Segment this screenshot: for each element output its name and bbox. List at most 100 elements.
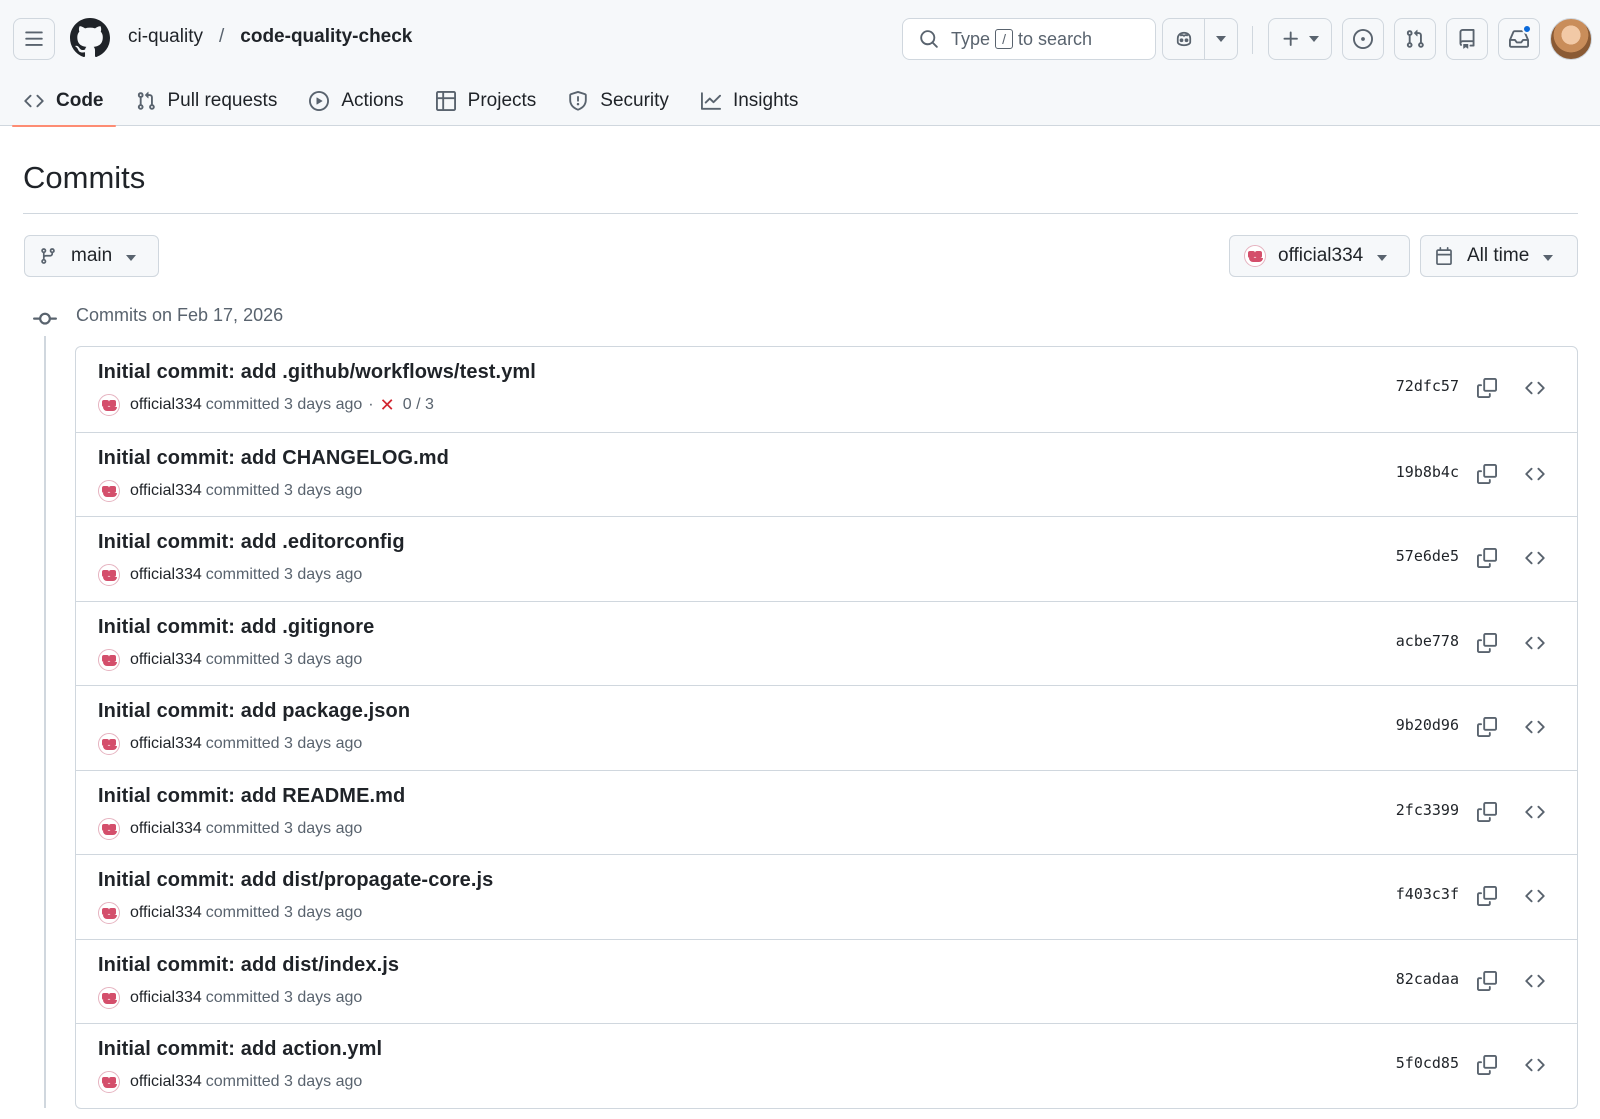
- author-avatar[interactable]: [98, 902, 120, 924]
- commit-row: Initial commit: add action.yml official3…: [76, 1023, 1577, 1108]
- commit-time: 3 days ago: [284, 650, 363, 668]
- commit-sha-link[interactable]: 57e6de5: [1396, 547, 1459, 565]
- commit-sha-link[interactable]: 5f0cd85: [1396, 1054, 1459, 1072]
- author-avatar[interactable]: [98, 986, 120, 1009]
- commit-message-link[interactable]: Initial commit: add .gitignore: [98, 616, 374, 639]
- commit-sha-link[interactable]: f403c3f: [1396, 885, 1459, 903]
- commit-message-link[interactable]: Initial commit: add action.yml: [98, 1038, 382, 1061]
- create-new-button[interactable]: [1268, 18, 1332, 60]
- menu-button[interactable]: [13, 18, 55, 60]
- code-icon: [1525, 805, 1545, 818]
- copy-sha-button[interactable]: [1473, 374, 1501, 402]
- breadcrumb-owner-link[interactable]: ci-quality: [128, 26, 203, 48]
- author-avatar[interactable]: [98, 564, 120, 586]
- commit-time: 3 days ago: [284, 904, 363, 921]
- issues-button[interactable]: [1342, 18, 1384, 60]
- commit-meta: official334 committed 3 days ago · ✕: [98, 648, 363, 671]
- tab-insights[interactable]: Insights: [689, 76, 810, 126]
- commit-author-link[interactable]: official334: [130, 1073, 202, 1091]
- commit-author-link[interactable]: official334: [130, 735, 202, 753]
- commit-sha-link[interactable]: 82cadaa: [1396, 970, 1459, 988]
- commit-author-link[interactable]: official334: [130, 904, 202, 922]
- author-avatar[interactable]: [98, 648, 120, 671]
- copy-icon: [1477, 717, 1497, 737]
- breadcrumb: ci-quality / code-quality-check: [128, 26, 412, 48]
- repo-icon: [1459, 29, 1475, 49]
- author-avatar[interactable]: [98, 394, 120, 416]
- commit-author-link[interactable]: official334: [130, 651, 202, 669]
- commit-action: committed: [205, 819, 280, 837]
- author-avatar[interactable]: [98, 733, 120, 755]
- copy-sha-button[interactable]: [1473, 460, 1501, 488]
- commit-sha-link[interactable]: 72dfc57: [1396, 377, 1459, 395]
- commit-message-link[interactable]: Initial commit: add .editorconfig: [98, 531, 405, 554]
- copy-sha-button[interactable]: [1473, 544, 1501, 572]
- commit-time: 3 days ago: [284, 566, 363, 583]
- commit-message-link[interactable]: Initial commit: add package.json: [98, 700, 410, 723]
- commit-author-link[interactable]: official334: [130, 566, 202, 584]
- git-pull-request-icon: [137, 91, 155, 110]
- copilot-menu-button[interactable]: [1204, 19, 1237, 59]
- author-avatar[interactable]: [98, 479, 120, 502]
- author-avatar[interactable]: [98, 1071, 120, 1093]
- copy-icon: [1477, 1055, 1497, 1075]
- time-filter-select[interactable]: All time: [1420, 235, 1578, 277]
- copy-sha-button[interactable]: [1473, 882, 1501, 910]
- author-avatar[interactable]: [98, 817, 120, 840]
- browse-files-button[interactable]: [1521, 713, 1549, 741]
- browse-files-button[interactable]: [1521, 374, 1549, 402]
- commit-sha-link[interactable]: 9b20d96: [1396, 716, 1459, 734]
- browse-files-button[interactable]: [1521, 1051, 1549, 1079]
- commit-message-link[interactable]: Initial commit: add dist/propagate-core.…: [98, 869, 493, 892]
- pull-requests-button[interactable]: [1394, 18, 1436, 60]
- author-filter-label: official334: [1278, 245, 1364, 266]
- commit-sha-link[interactable]: 2fc3399: [1396, 801, 1459, 819]
- commit-meta: official334 committed 3 days ago · ✕: [98, 902, 362, 924]
- github-logo-icon[interactable]: [70, 18, 110, 58]
- copy-sha-button[interactable]: [1473, 798, 1501, 826]
- commit-author-link[interactable]: official334: [130, 820, 202, 838]
- commit-sha-link[interactable]: acbe778: [1396, 632, 1459, 650]
- tab-actions[interactable]: Actions: [297, 76, 415, 126]
- commit-author-link[interactable]: official334: [130, 482, 202, 500]
- tab-security[interactable]: Security: [556, 76, 681, 126]
- commit-message-link[interactable]: Initial commit: add dist/index.js: [98, 954, 399, 977]
- tab-code[interactable]: Code: [12, 76, 116, 127]
- commit-author-link[interactable]: official334: [130, 989, 202, 1007]
- commit-row: Initial commit: add dist/index.js offici…: [76, 938, 1577, 1024]
- header-divider: [1252, 26, 1253, 54]
- inbox-button[interactable]: [1498, 18, 1540, 60]
- chevron-down-icon: [1216, 36, 1227, 42]
- code-icon: [1525, 381, 1545, 395]
- breadcrumb-repo-link[interactable]: code-quality-check: [240, 26, 412, 48]
- copy-sha-button[interactable]: [1473, 629, 1501, 657]
- commit-time: 3 days ago: [284, 819, 363, 837]
- branch-select[interactable]: main: [24, 235, 159, 277]
- browse-files-button[interactable]: [1521, 882, 1549, 910]
- code-icon: [1525, 636, 1545, 649]
- browse-files-button[interactable]: [1521, 460, 1549, 488]
- copilot-button[interactable]: [1163, 19, 1204, 59]
- user-avatar[interactable]: [1550, 18, 1592, 60]
- commit-status[interactable]: · ✕ 0 / 3: [362, 395, 434, 416]
- browse-files-button[interactable]: [1521, 544, 1549, 572]
- commit-time: 3 days ago: [284, 481, 363, 499]
- commit-message-link[interactable]: Initial commit: add README.md: [98, 785, 405, 808]
- copy-sha-button[interactable]: [1473, 967, 1501, 995]
- copy-sha-button[interactable]: [1473, 1051, 1501, 1079]
- browse-files-button[interactable]: [1521, 629, 1549, 657]
- search-input[interactable]: Type / to search: [902, 18, 1156, 60]
- commit-author-link[interactable]: official334: [130, 396, 202, 414]
- commit-message-link[interactable]: Initial commit: add .github/workflows/te…: [98, 361, 536, 384]
- commit-sha-link[interactable]: 19b8b4c: [1396, 463, 1459, 481]
- repositories-button[interactable]: [1446, 18, 1488, 60]
- tab-pull-requests[interactable]: Pull requests: [124, 76, 290, 126]
- copy-sha-button[interactable]: [1473, 713, 1501, 741]
- author-avatar: [1244, 245, 1266, 267]
- tab-projects[interactable]: Projects: [424, 76, 549, 126]
- author-filter-select[interactable]: official334: [1229, 235, 1410, 277]
- browse-files-button[interactable]: [1521, 967, 1549, 995]
- commit-message-link[interactable]: Initial commit: add CHANGELOG.md: [98, 447, 449, 470]
- browse-files-button[interactable]: [1521, 798, 1549, 826]
- commit-row: Initial commit: add package.json officia…: [76, 685, 1577, 770]
